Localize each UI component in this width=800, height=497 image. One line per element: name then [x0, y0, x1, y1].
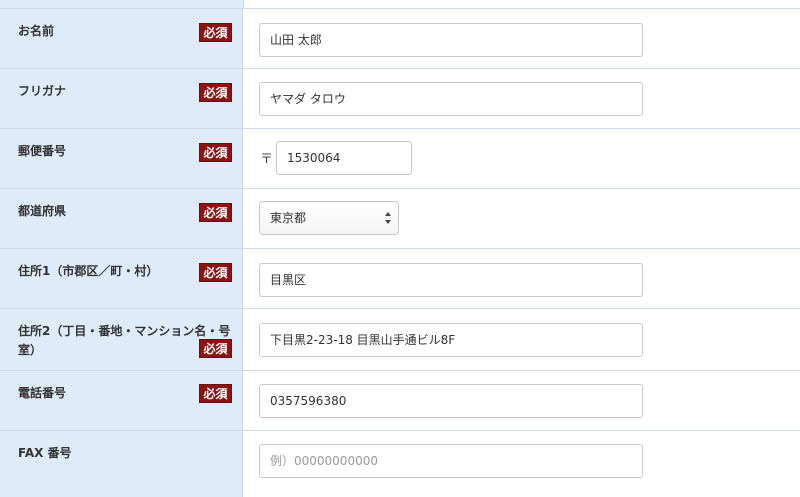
field-cell: ヤマダ タロウ — [243, 69, 800, 129]
address1-input[interactable]: 目黒区 — [259, 263, 643, 297]
name-input[interactable]: 山田 太郎 — [259, 23, 643, 57]
up-down-arrows-icon — [385, 212, 391, 224]
prefecture-selected-value: 東京都 — [270, 211, 307, 225]
field-cell: 〒 1530064 — [243, 129, 800, 189]
required-badge: 必須 — [199, 263, 232, 282]
field-cell: 目黒区 — [243, 249, 800, 309]
label-cell: 電話番号 必須 — [0, 371, 243, 431]
label-cell: FAX 番号 — [0, 431, 243, 497]
phone-input[interactable]: 0357596380 — [259, 384, 643, 418]
furigana-input[interactable]: ヤマダ タロウ — [259, 82, 643, 116]
field-cell: 山田 太郎 — [243, 9, 800, 69]
field-cell: 0357596380 — [243, 371, 800, 431]
address2-input[interactable]: 下目黒2-23-18 目黒山手通ビル8F — [259, 323, 643, 357]
form-row-fax: FAX 番号 例）00000000000 — [0, 430, 800, 497]
form-row-address1: 住所1（市郡区／町・村） 必須 目黒区 — [0, 248, 800, 309]
field-cell: 下目黒2-23-18 目黒山手通ビル8F — [243, 309, 800, 371]
form-row-address2: 住所2（丁目・番地・マンション名・号室） 必須 下目黒2-23-18 目黒山手通… — [0, 308, 800, 371]
form-row-prefecture: 都道府県 必須 東京都 — [0, 188, 800, 249]
required-badge: 必須 — [199, 143, 232, 162]
postal-code-input[interactable]: 1530064 — [276, 141, 412, 175]
postal-mark-icon: 〒 — [260, 152, 274, 167]
required-badge: 必須 — [199, 23, 232, 42]
prefecture-select[interactable]: 東京都 — [259, 201, 399, 235]
required-badge: 必須 — [199, 83, 232, 102]
label-cell: お名前 必須 — [0, 9, 243, 69]
label-cell: 郵便番号 必須 — [0, 129, 243, 189]
form-row-postal-code: 郵便番号 必須 〒 1530064 — [0, 128, 800, 189]
label-cell: 都道府県 必須 — [0, 189, 243, 249]
fax-input[interactable]: 例）00000000000 — [259, 444, 643, 478]
required-badge: 必須 — [199, 339, 232, 358]
required-badge: 必須 — [199, 384, 232, 403]
label-cell: 住所1（市郡区／町・村） 必須 — [0, 249, 243, 309]
label-cell: フリガナ 必須 — [0, 69, 243, 129]
address-form: お名前 必須 山田 太郎 フリガナ 必須 ヤマダ タロウ 郵便番号 必須 〒 1… — [0, 0, 800, 497]
label-cell: 住所2（丁目・番地・マンション名・号室） 必須 — [0, 309, 243, 371]
required-badge: 必須 — [199, 203, 232, 222]
form-row-phone: 電話番号 必須 0357596380 — [0, 370, 800, 431]
form-row-name: お名前 必須 山田 太郎 — [0, 8, 800, 69]
field-cell: 東京都 — [243, 189, 800, 249]
field-cell: 例）00000000000 — [243, 431, 800, 497]
top-strip — [0, 0, 800, 8]
form-row-furigana: フリガナ 必須 ヤマダ タロウ — [0, 68, 800, 129]
field-label: FAX 番号 — [18, 446, 72, 460]
